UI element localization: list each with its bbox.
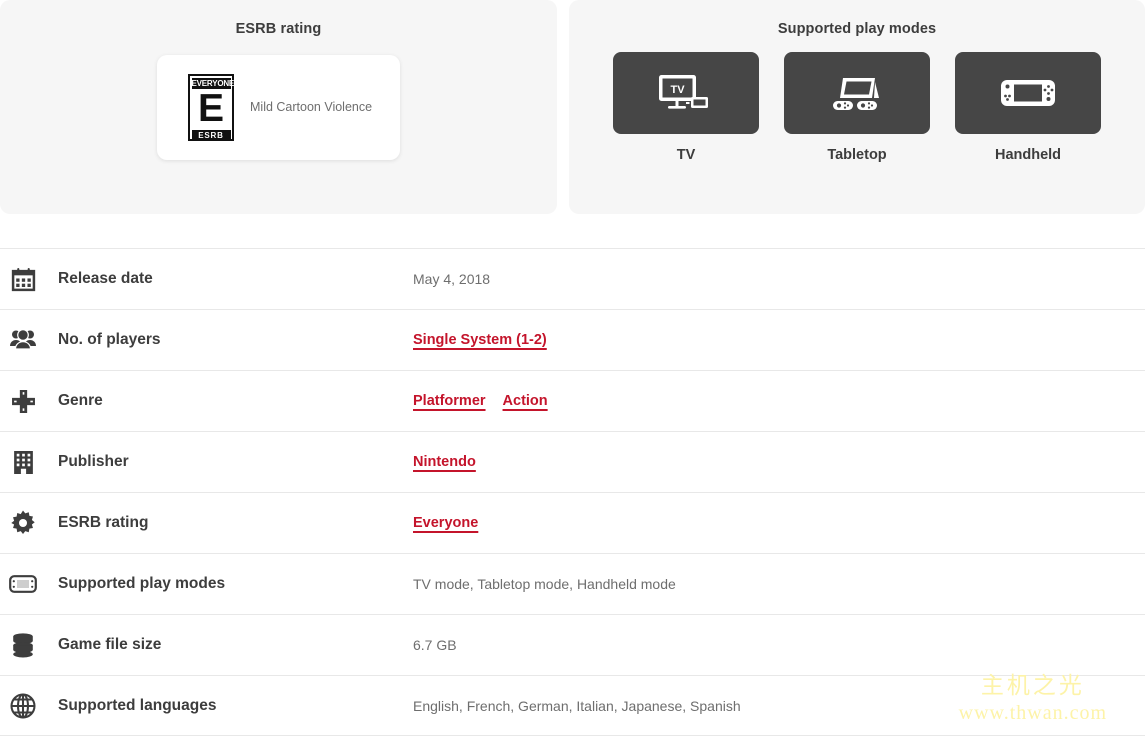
tabletop-mode-label: Tabletop: [827, 147, 887, 163]
row-value-esrb-rating: Everyone: [413, 515, 478, 531]
supported-play-modes-panel: Supported play modes TV TV Tabletop Hand…: [569, 0, 1145, 214]
game-details-table: Release date May 4, 2018 No. of players …: [0, 248, 1145, 736]
tv-mode-tile: TV: [613, 52, 759, 134]
row-label-esrb-rating: ESRB rating: [58, 514, 149, 531]
row-value-game-file-size: 6.7 GB: [413, 637, 457, 653]
gear-icon: [3, 510, 43, 536]
tabletop-mode-tile: [784, 52, 930, 134]
tv-mode-icon: TV: [659, 75, 708, 109]
link-single-system[interactable]: Single System (1-2): [413, 332, 547, 348]
table-row: Publisher Nintendo: [0, 431, 1145, 492]
row-value-no-of-players: Single System (1-2): [413, 332, 547, 348]
building-icon: [3, 450, 43, 475]
handheld-mode-tile: [955, 52, 1101, 134]
table-row: Genre Platformer Action: [0, 370, 1145, 431]
play-mode-tv: TV TV: [613, 52, 759, 163]
players-icon: [3, 327, 43, 353]
table-row: Supported play modes TV mode, Tabletop m…: [0, 553, 1145, 614]
table-row: Game file size 6.7 GB: [0, 614, 1145, 675]
row-label-genre: Genre: [58, 392, 103, 409]
row-value-genre: Platformer Action: [413, 393, 548, 409]
row-label-release-date: Release date: [58, 270, 153, 287]
top-panels: ESRB rating EVERYONE E ESRB Mild Cartoon…: [0, 0, 1145, 214]
row-label-supported-play-modes: Supported play modes: [58, 575, 226, 592]
row-value-supported-play-modes: TV mode, Tabletop mode, Handheld mode: [413, 576, 676, 592]
table-row: ESRB rating Everyone: [0, 492, 1145, 553]
play-mode-handheld: Handheld: [955, 52, 1101, 163]
play-mode-tabletop: Tabletop: [784, 52, 930, 163]
row-label-supported-languages: Supported languages: [58, 696, 217, 714]
tv-mode-label: TV: [676, 147, 696, 163]
link-genre-action[interactable]: Action: [503, 393, 548, 409]
calendar-icon: [3, 267, 43, 292]
play-modes-panel-title: Supported play modes: [777, 21, 937, 37]
handheld-mode-label: Handheld: [994, 147, 1062, 163]
esrb-everyone-logo-icon: EVERYONE E ESRB: [188, 74, 234, 141]
dpad-icon: [3, 389, 43, 414]
esrb-rating-card: EVERYONE E ESRB Mild Cartoon Violence: [157, 55, 400, 160]
link-genre-platformer[interactable]: Platformer: [413, 393, 486, 409]
esrb-panel-title: ESRB rating: [235, 21, 322, 37]
row-label-game-file-size: Game file size: [58, 636, 162, 653]
table-row: Supported languages English, French, Ger…: [0, 675, 1145, 736]
esrb-logo-bottom-text: ESRB: [191, 129, 231, 141]
svg-text:TV: TV: [670, 84, 685, 96]
handheld-mode-icon: [1001, 80, 1055, 106]
row-value-publisher: Nintendo: [413, 454, 476, 470]
table-row: Release date May 4, 2018: [0, 248, 1145, 309]
row-value-release-date: May 4, 2018: [413, 271, 491, 287]
esrb-rating-panel: ESRB rating EVERYONE E ESRB Mild Cartoon…: [0, 0, 557, 214]
esrb-logo-letter: E: [197, 86, 224, 130]
row-value-supported-languages: English, French, German, Italian, Japane…: [413, 697, 741, 714]
play-modes-list: TV TV Tabletop Handheld: [569, 52, 1145, 163]
globe-icon: [3, 692, 43, 719]
link-esrb-everyone[interactable]: Everyone: [413, 515, 478, 531]
row-label-publisher: Publisher: [58, 453, 129, 470]
console-icon: [3, 574, 43, 594]
esrb-content-descriptor: Mild Cartoon Violence: [250, 100, 373, 115]
database-icon: [3, 632, 43, 658]
row-label-no-of-players: No. of players: [58, 331, 161, 348]
link-publisher-nintendo[interactable]: Nintendo: [413, 454, 476, 470]
table-row: No. of players Single System (1-2): [0, 309, 1145, 370]
tabletop-mode-icon: [833, 78, 879, 110]
